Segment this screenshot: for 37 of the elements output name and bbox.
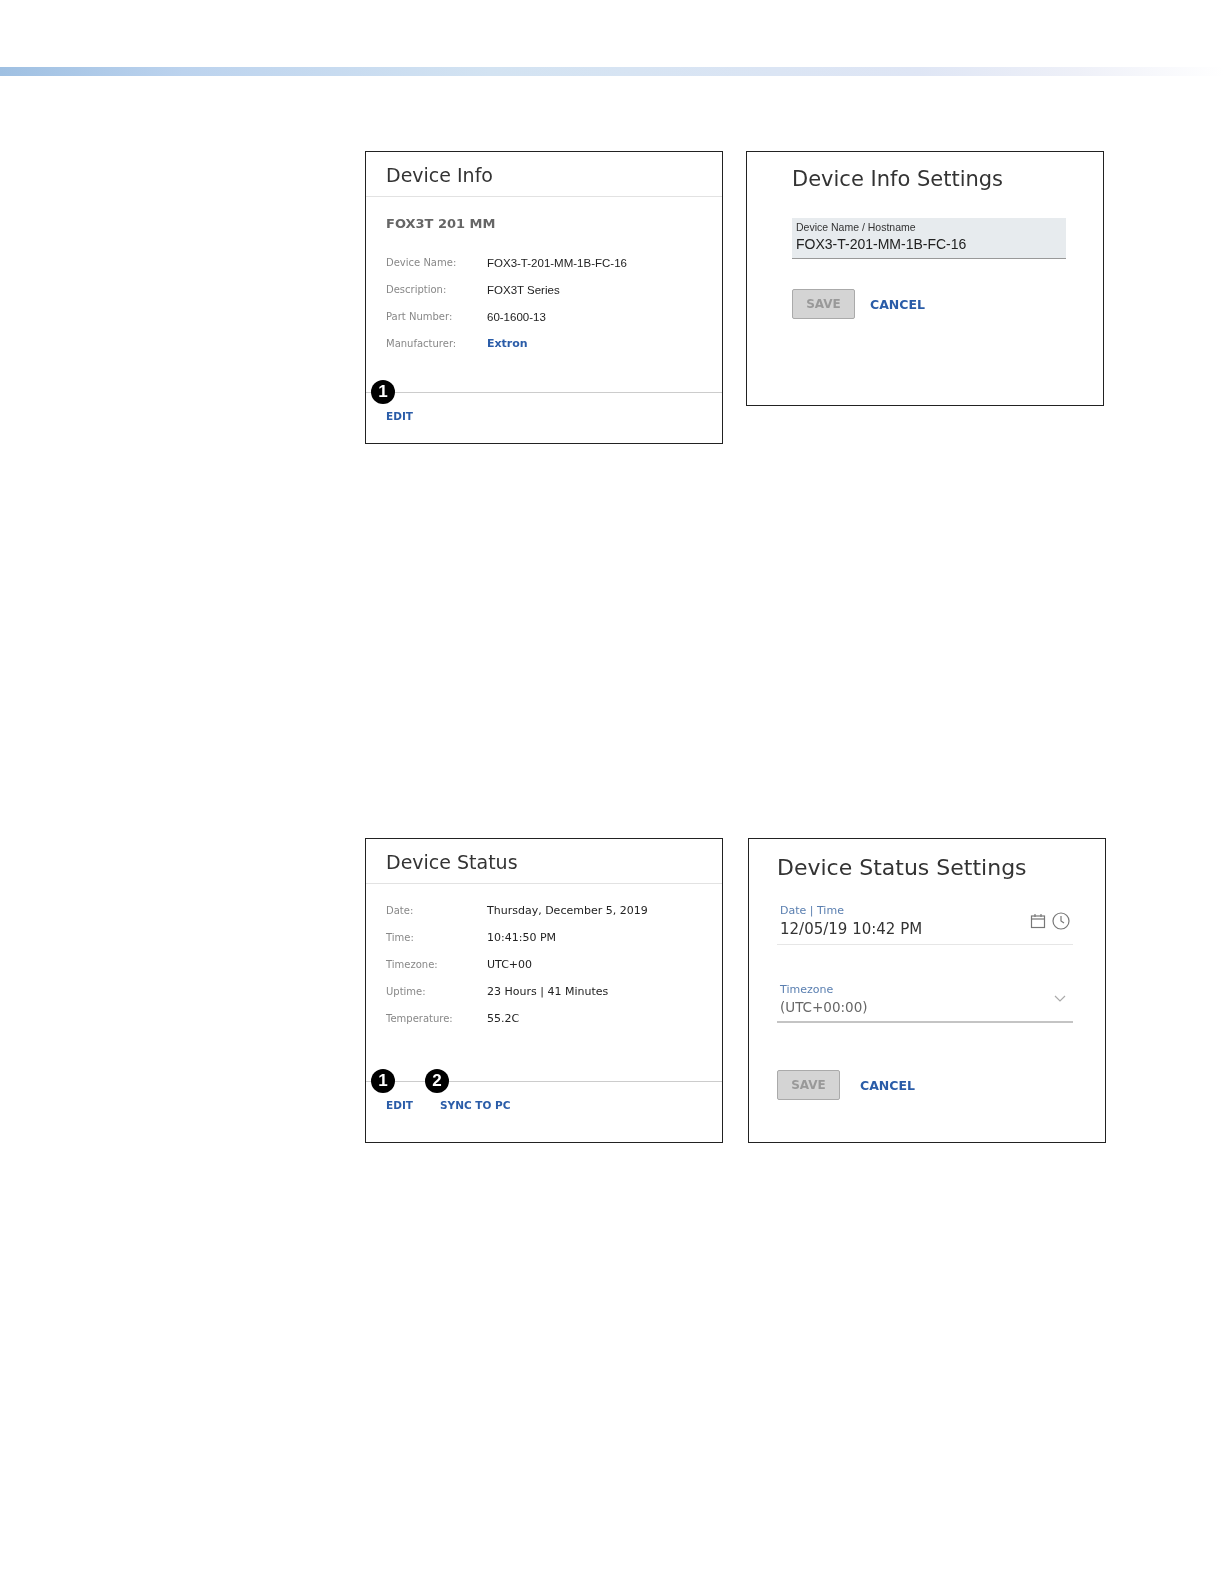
field-label: Date: xyxy=(386,905,415,916)
action-link[interactable]: EDIT xyxy=(386,1099,413,1111)
field-value: UTC+00 xyxy=(487,958,533,971)
field-label: Part Number: xyxy=(386,311,454,322)
field-label: Manufacturer: xyxy=(386,338,458,349)
cancel-link[interactable]: CANCEL xyxy=(860,1077,915,1093)
field-value: FOX3T Series xyxy=(487,283,560,296)
callout-number: 1 xyxy=(371,1069,395,1093)
callout-number: 2 xyxy=(424,1069,449,1093)
manufacturer-link[interactable]: Extron xyxy=(487,337,528,350)
field-label: Description: xyxy=(386,284,448,295)
date-time-field[interactable]: Date | Time 12/05/19 10:42 PM xyxy=(777,904,1073,945)
field-value: Thursday, December 5, 2019 xyxy=(487,904,648,917)
action-link[interactable]: SYNC TO PC xyxy=(439,1099,511,1111)
panel-title: Device Status Settings xyxy=(777,855,1028,880)
field-label: Device Name: xyxy=(386,257,458,268)
action-link[interactable]: EDIT xyxy=(386,410,413,422)
model-name: FOX3T 201 MM xyxy=(386,216,497,231)
field-value: 55.2C xyxy=(487,1012,520,1025)
calendar-icon[interactable] xyxy=(1030,913,1046,929)
cancel-link[interactable]: CANCEL xyxy=(870,296,925,312)
field-label: Temperature: xyxy=(386,1013,454,1024)
callout-number: 1 xyxy=(371,380,395,404)
panel-title: Device Info xyxy=(366,152,722,197)
field-value: 10:41:50 PM xyxy=(487,931,557,944)
field-label: Timezone: xyxy=(386,959,439,970)
field-label: Time: xyxy=(386,932,415,943)
field-value: 23 Hours | 41 Minutes xyxy=(487,985,609,998)
chevron-down-icon xyxy=(1054,995,1066,1003)
field-value: 60-1600-13 xyxy=(487,310,546,323)
field-label: Uptime: xyxy=(386,986,427,997)
panel-title: Device Info Settings xyxy=(792,167,1005,191)
panel-title: Device Status xyxy=(366,839,722,884)
clock-icon[interactable] xyxy=(1052,912,1070,930)
hostname-field[interactable]: Device Name / Hostname FOX3-T-201-MM-1B-FC-16 xyxy=(792,218,1066,259)
timezone-dropdown[interactable]: Timezone (UTC+00:00) xyxy=(777,983,1073,1023)
field-value: FOX3-T-201-MM-1B-FC-16 xyxy=(487,256,627,269)
